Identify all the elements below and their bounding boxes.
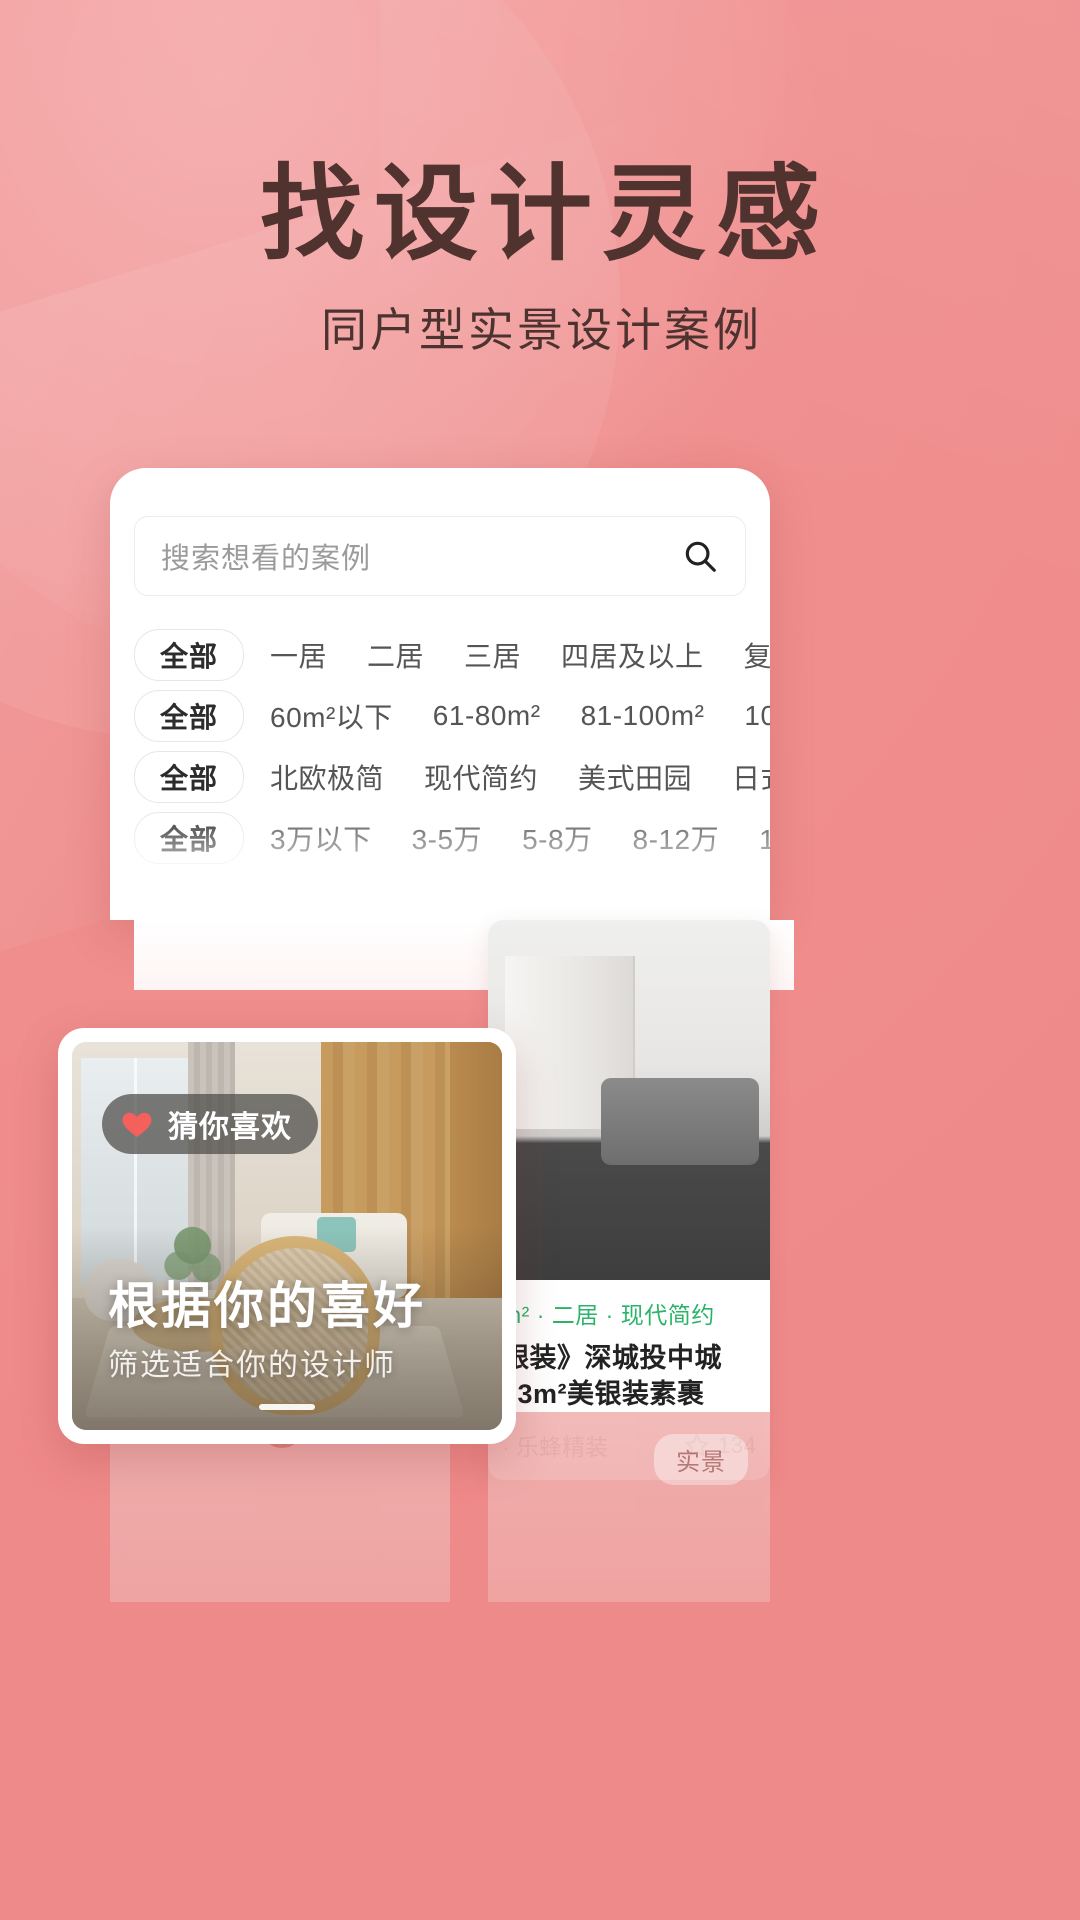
result-card-title: 银装》深城投中城93m²美银装素裹: [502, 1343, 722, 1410]
filter-row-area: 全部 60m²以下 61-80m² 81-100m² 101-120m²: [134, 685, 770, 746]
filter-option-style-american[interactable]: 美式田园: [578, 757, 692, 797]
filter-option-room-duplex[interactable]: 复式: [744, 635, 770, 675]
filter-chip-all-room-count[interactable]: 全部: [134, 628, 244, 681]
filter-row-budget: 全部 3万以下 3-5万 5-8万 8-12万 12-18万: [134, 807, 770, 868]
result-card-photo: [488, 920, 770, 1280]
filter-option-room-1[interactable]: 一居: [270, 635, 327, 675]
page-title: 找设计灵感: [259, 157, 830, 273]
search-bar[interactable]: 搜索想看的案例: [134, 516, 746, 596]
filter-option-budget-5-8[interactable]: 5-8万: [522, 818, 592, 858]
carousel-indicator[interactable]: [259, 1404, 315, 1410]
filter-option-area-under60[interactable]: 60m²以下: [270, 696, 393, 736]
search-input[interactable]: 搜索想看的案例: [161, 535, 681, 577]
filter-option-budget-3-5[interactable]: 3-5万: [412, 818, 482, 858]
guess-you-like-label: 猜你喜欢: [168, 1111, 292, 1144]
filter-option-area-101-120[interactable]: 101-120m²: [744, 700, 770, 732]
status-badge: 实景: [654, 1434, 748, 1485]
filter-option-area-81-100[interactable]: 81-100m²: [581, 700, 705, 732]
filter-row-style: 全部 北欧极简 现代简约 美式田园 日式 中式现代: [134, 746, 770, 807]
result-card[interactable]: m² · 二居 · 现代简约 银装》深城投中城93m²美银装素裹 · 乐蜂精装 …: [488, 920, 770, 1480]
filter-panel: 全部 一居 二居 三居 四居及以上 复式 样板间 全部 60m²以下 61-80…: [134, 624, 770, 868]
heart-icon: [120, 1107, 154, 1141]
filter-option-style-japanese[interactable]: 日式: [732, 757, 770, 797]
hero-section: 找设计灵感 同户型实景设计案例: [0, 160, 1080, 360]
filter-option-style-nordic[interactable]: 北欧极简: [270, 757, 384, 797]
filter-option-room-4plus[interactable]: 四居及以上: [561, 635, 704, 675]
filter-option-area-61-80[interactable]: 61-80m²: [433, 700, 541, 732]
filter-chip-all-budget[interactable]: 全部: [134, 811, 244, 864]
guess-you-like-badge: 猜你喜欢: [102, 1094, 318, 1154]
featured-card-photo: 猜你喜欢 根据你的喜好 筛选适合你的设计师: [72, 1042, 502, 1430]
featured-recommendation-card[interactable]: 猜你喜欢 根据你的喜好 筛选适合你的设计师: [58, 1028, 516, 1444]
bottom-preview-right: 实景: [488, 1412, 770, 1602]
app-screen-card: 搜索想看的案例 全部 一居 二居 三居 四居及以上 复式 样板间 全: [110, 468, 770, 920]
filter-option-room-2[interactable]: 二居: [367, 635, 424, 675]
filter-option-room-3[interactable]: 三居: [464, 635, 521, 675]
filter-chip-all-area[interactable]: 全部: [134, 689, 244, 742]
filter-option-style-modern[interactable]: 现代简约: [424, 757, 538, 797]
filter-option-budget-12-18[interactable]: 12-18万: [759, 818, 770, 858]
filter-chip-all-style[interactable]: 全部: [134, 750, 244, 803]
result-card-meta: m² · 二居 · 现代简约: [502, 1302, 715, 1328]
search-icon[interactable]: [681, 537, 719, 575]
filter-row-room-count: 全部 一居 二居 三居 四居及以上 复式 样板间: [134, 624, 770, 685]
featured-card-caption: 根据你的喜好: [108, 1278, 426, 1334]
filter-option-budget-under3[interactable]: 3万以下: [270, 818, 372, 858]
featured-card-subcaption: 筛选适合你的设计师: [108, 1349, 396, 1382]
page-subtitle: 同户型实景设计案例: [321, 304, 762, 357]
filter-option-budget-8-12[interactable]: 8-12万: [633, 818, 720, 858]
